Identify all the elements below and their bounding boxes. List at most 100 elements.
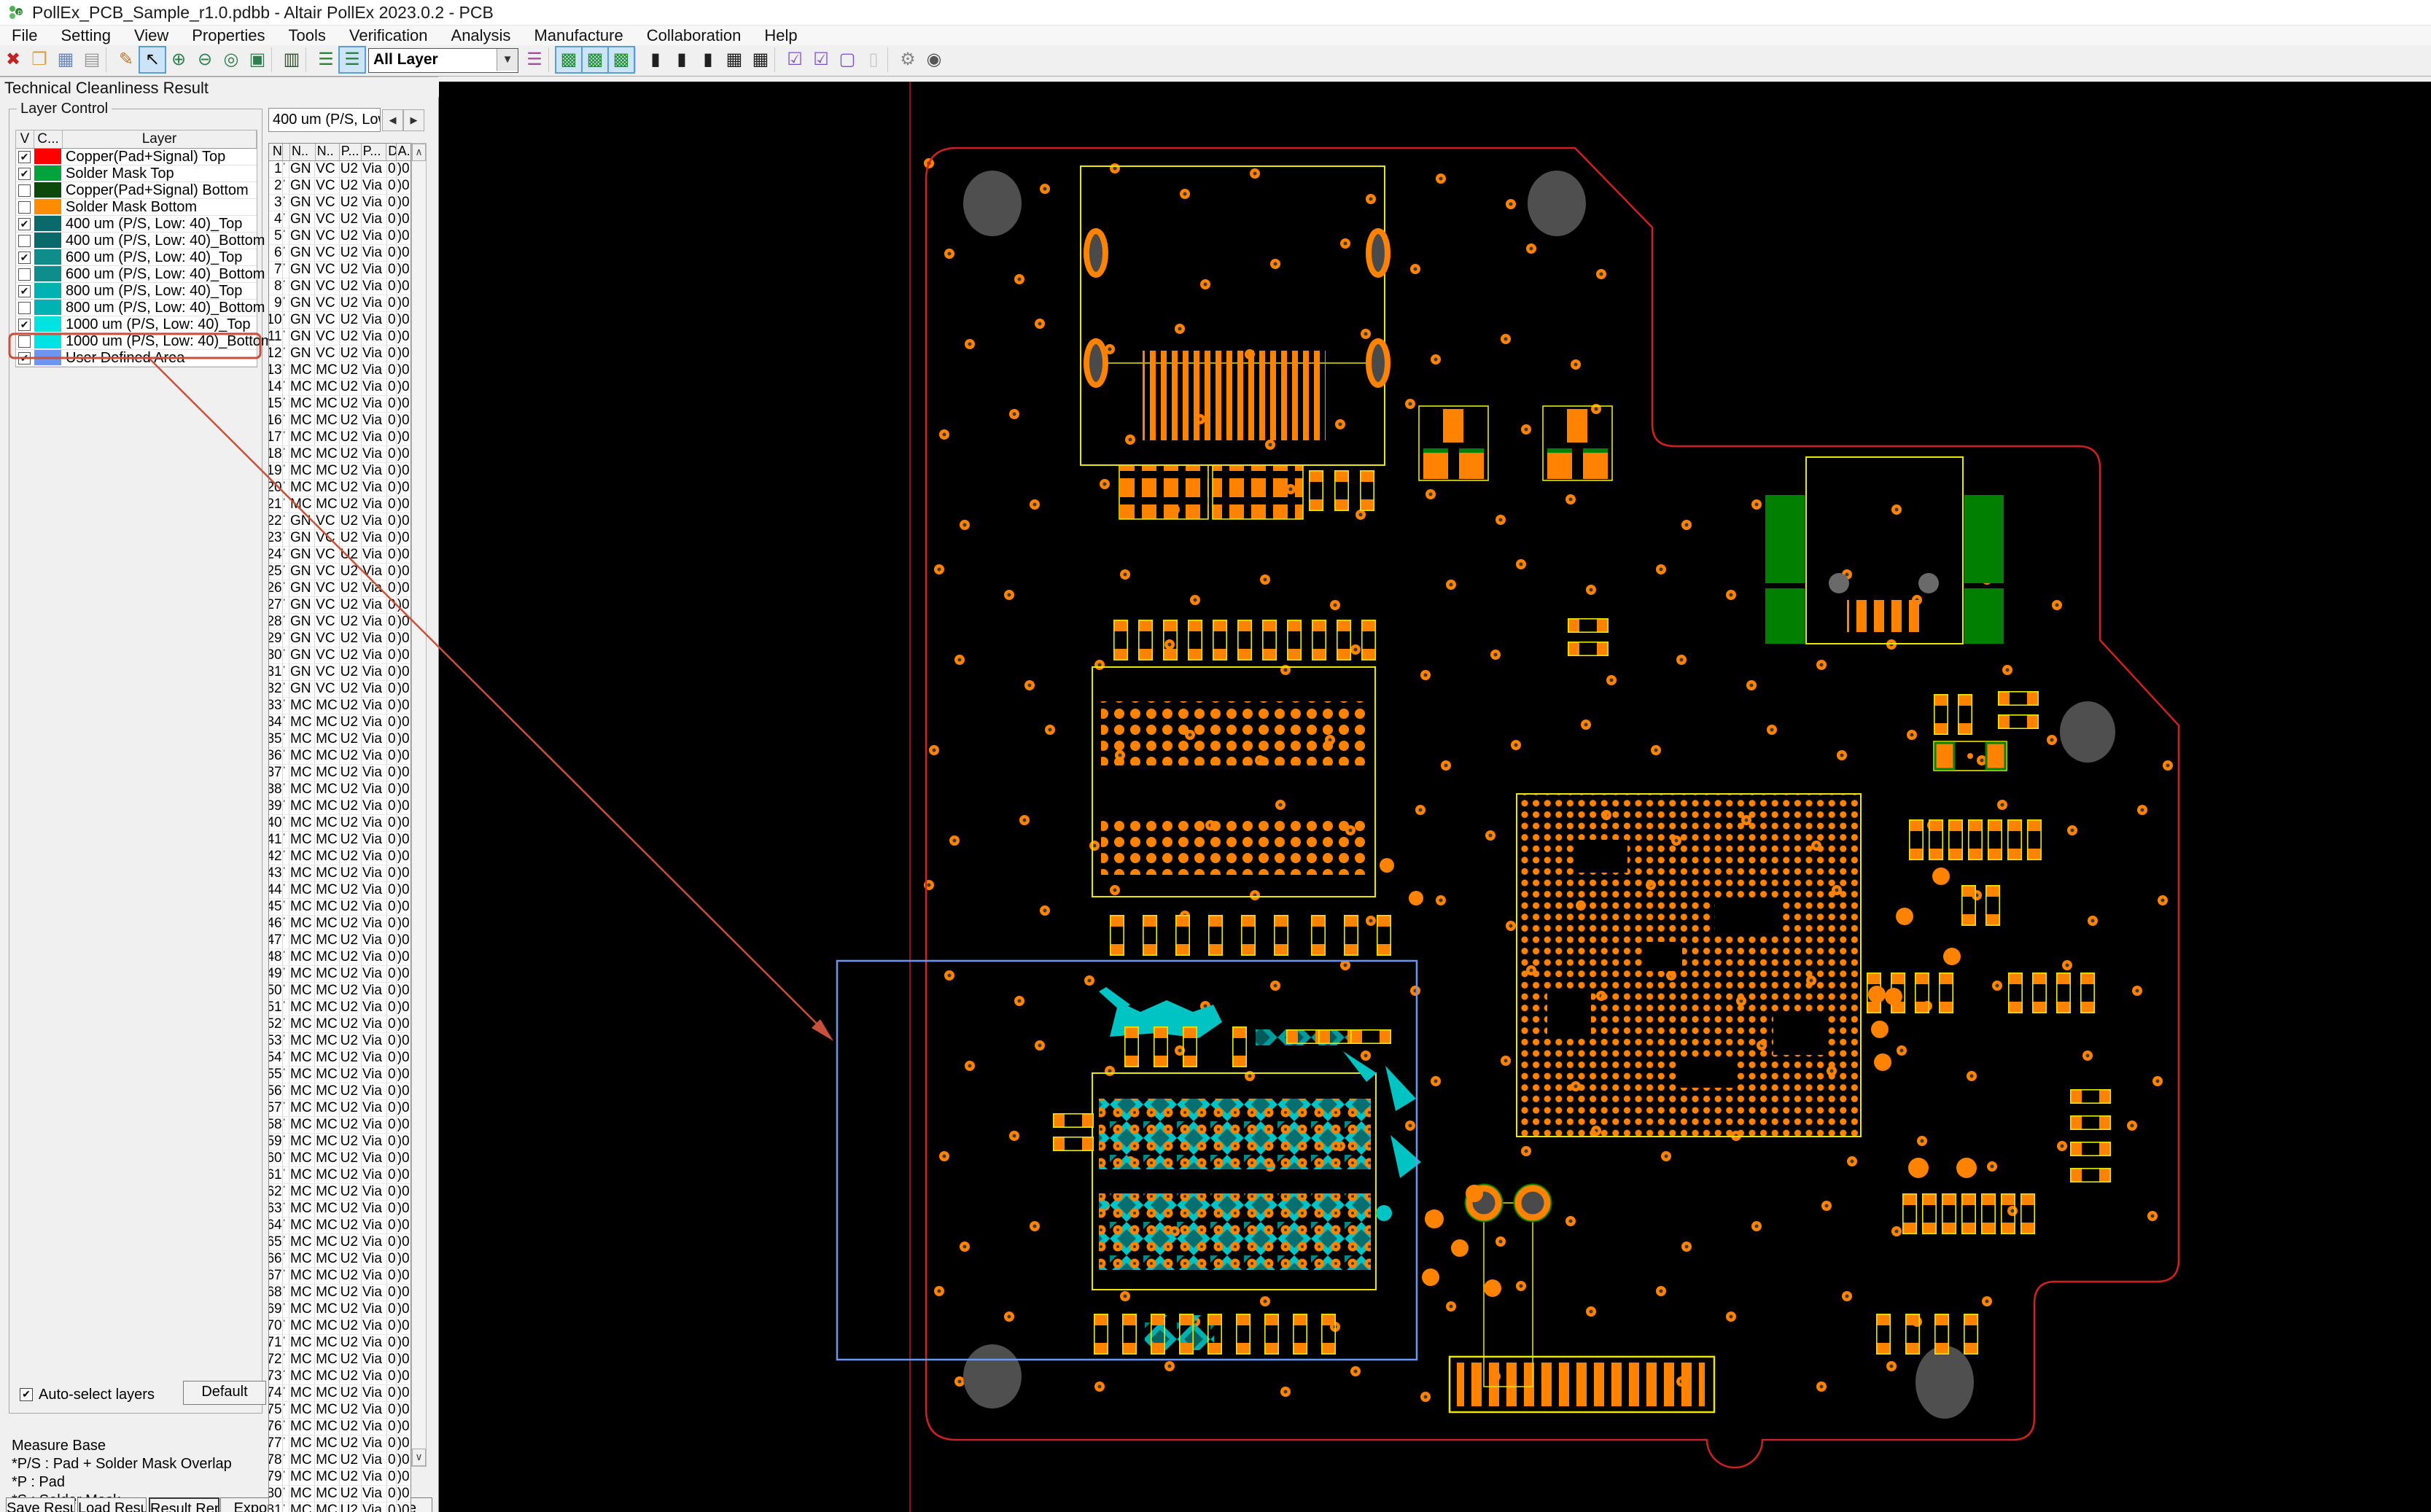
layer-row[interactable]: ✔ Copper(Pad+Signal) Top xyxy=(16,149,257,165)
result-row[interactable]: 41'MCMCU2Via0)0 xyxy=(269,832,411,849)
layer-visible-checkbox[interactable]: ✔ xyxy=(18,218,31,230)
result-row[interactable]: 14'MCMCU2Via0)0 xyxy=(269,379,411,396)
result-row[interactable]: 65'MCMCU2Via0)0 xyxy=(269,1234,411,1251)
result-row[interactable]: 70'MCMCU2Via0)0 xyxy=(269,1318,411,1335)
close-doc-icon[interactable]: ✖ xyxy=(1,47,26,72)
menu-verification[interactable]: Verification xyxy=(338,26,440,46)
result-row[interactable]: 76'MCMCU2Via0)0 xyxy=(269,1419,411,1435)
result-row[interactable]: 75'MCMCU2Via0)0 xyxy=(269,1402,411,1419)
result-row[interactable]: 32'GNVCU2Via0)0 xyxy=(269,681,411,698)
result-row[interactable]: 57'MCMCU2Via0)0 xyxy=(269,1100,411,1117)
result-row[interactable]: 45'MCMCU2Via0)0 xyxy=(269,899,411,916)
result-row[interactable]: 21'MCMCU2Via0)0 xyxy=(269,496,411,513)
result-row[interactable]: 64'MCMCU2Via0)0 xyxy=(269,1217,411,1234)
layer-row[interactable]: Copper(Pad+Signal) Bottom xyxy=(16,182,257,199)
result-row[interactable]: 25'GNVCU2Via0)0 xyxy=(269,564,411,580)
layer-row[interactable]: Solder Mask Bottom xyxy=(16,199,257,216)
result-row[interactable]: 61'MCMCU2Via0)0 xyxy=(269,1167,411,1184)
result-row[interactable]: 40'MCMCU2Via0)0 xyxy=(269,815,411,832)
zoom-in-icon[interactable]: ⊕ xyxy=(166,47,191,72)
zoom-out-icon[interactable]: ⊖ xyxy=(192,47,217,72)
print-icon[interactable]: ▤ xyxy=(79,47,104,72)
result-row[interactable]: 30'GNVCU2Via0)0 xyxy=(269,647,411,664)
result-row[interactable]: 34'MCMCU2Via0)0 xyxy=(269,714,411,731)
result-row[interactable]: 69'MCMCU2Via0)0 xyxy=(269,1301,411,1318)
result-row[interactable]: 12'GNVCU2Via0)0 xyxy=(269,346,411,362)
layer-row[interactable]: 600 um (P/S, Low: 40)_Bottom xyxy=(16,266,265,283)
result-row[interactable]: 48'MCMCU2Via0)0 xyxy=(269,949,411,966)
tab-prev-button[interactable]: ◀ xyxy=(382,109,403,131)
view-dark-1-icon[interactable]: ▮ xyxy=(643,47,668,72)
result-row[interactable]: 39'MCMCU2Via0)0 xyxy=(269,798,411,815)
menu-view[interactable]: View xyxy=(122,26,180,46)
layer-visible-checkbox[interactable]: ✔ xyxy=(18,285,31,297)
save-result-button[interactable]: Save Result xyxy=(6,1497,75,1512)
pen-icon[interactable]: ✎ xyxy=(114,47,139,72)
result-row[interactable]: 50'MCMCU2Via0)0 xyxy=(269,983,411,999)
layer-color-icon[interactable]: ☰ xyxy=(522,47,547,72)
layer-row[interactable]: 1000 um (P/S, Low: 40)_Bottom xyxy=(16,333,273,350)
pcb-bottom-icon[interactable]: ▩ xyxy=(581,46,609,74)
pcb-canvas[interactable] xyxy=(439,82,2431,1512)
layer-visible-checkbox[interactable] xyxy=(18,201,31,214)
result-tab[interactable]: 400 um (P/S, Low xyxy=(268,108,381,132)
result-row[interactable]: 46'MCMCU2Via0)0 xyxy=(269,916,411,932)
layer-stack-icon[interactable]: ☰ xyxy=(314,47,338,72)
verify-1-icon[interactable]: ☑ xyxy=(782,47,807,72)
result-row[interactable]: 79'MCMCU2Via0)0 xyxy=(269,1469,411,1486)
layer-row[interactable]: ✔ 600 um (P/S, Low: 40)_Top xyxy=(16,249,257,266)
result-row[interactable]: 63'MCMCU2Via0)0 xyxy=(269,1201,411,1217)
layer-visible-checkbox[interactable] xyxy=(18,302,31,314)
result-row[interactable]: 74'MCMCU2Via0)0 xyxy=(269,1385,411,1402)
menu-analysis[interactable]: Analysis xyxy=(440,26,523,46)
camera-icon[interactable]: ◉ xyxy=(922,47,946,72)
view-dark-4-icon[interactable]: ▦ xyxy=(722,47,747,72)
result-row[interactable]: 27'GNVCU2Via0)0 xyxy=(269,597,411,614)
layer-visible-checkbox[interactable]: ✔ xyxy=(18,252,31,264)
verify-2-icon[interactable]: ☑ xyxy=(809,47,833,72)
result-row[interactable]: 71'MCMCU2Via0)0 xyxy=(269,1335,411,1352)
scroll-up-icon[interactable]: ∧ xyxy=(412,144,426,161)
zoom-window-icon[interactable]: ◎ xyxy=(219,47,244,72)
result-row[interactable]: 35'MCMCU2Via0)0 xyxy=(269,731,411,748)
result-row[interactable]: 62'MCMCU2Via0)0 xyxy=(269,1184,411,1201)
view-dark-5-icon[interactable]: ▦ xyxy=(748,47,773,72)
layer-row[interactable]: ✔ 1000 um (P/S, Low: 40)_Top xyxy=(16,316,257,333)
result-row[interactable]: 9 ' GN VC U2 Via 0)0 xyxy=(269,295,411,312)
result-row[interactable]: 77'MCMCU2Via0)0 xyxy=(269,1435,411,1452)
board-view-icon[interactable]: ▥ xyxy=(279,47,304,72)
result-row[interactable]: 54'MCMCU2Via0)0 xyxy=(269,1050,411,1067)
menu-collaboration[interactable]: Collaboration xyxy=(635,26,753,46)
result-row[interactable]: 26'GNVCU2Via0)0 xyxy=(269,580,411,597)
menu-setting[interactable]: Setting xyxy=(49,26,122,46)
result-row[interactable]: 38'MCMCU2Via0)0 xyxy=(269,782,411,798)
result-row[interactable]: 78'MCMCU2Via0)0 xyxy=(269,1452,411,1469)
result-row[interactable]: 52'MCMCU2Via0)0 xyxy=(269,1016,411,1033)
select-cursor-icon[interactable]: ↖ xyxy=(139,46,166,74)
result-row[interactable]: 73'MCMCU2Via0)0 xyxy=(269,1368,411,1385)
result-row[interactable]: 7 ' GN VC U2 Via 0)0 xyxy=(269,262,411,278)
menu-file[interactable]: File xyxy=(0,26,49,46)
result-row[interactable]: 6 ' GN VC U2 Via 0)0 xyxy=(269,245,411,262)
result-row[interactable]: 10'GNVCU2Via0)0 xyxy=(269,312,411,329)
pcb-top-icon[interactable]: ▩ xyxy=(555,46,583,74)
chevron-down-icon[interactable]: ▼ xyxy=(497,49,518,71)
tools-icon[interactable]: ⚙ xyxy=(895,47,920,72)
save-icon[interactable]: ▦ xyxy=(53,47,78,72)
menu-help[interactable]: Help xyxy=(752,26,809,46)
result-row[interactable]: 19'MCMCU2Via0)0 xyxy=(269,463,411,480)
result-row[interactable]: 33'MCMCU2Via0)0 xyxy=(269,698,411,714)
layer-visible-checkbox[interactable]: ✔ xyxy=(18,319,31,331)
result-row[interactable]: 31'GNVCU2Via0)0 xyxy=(269,664,411,681)
result-row[interactable]: 72'MCMCU2Via0)0 xyxy=(269,1352,411,1368)
result-row[interactable]: 16'MCMCU2Via0)0 xyxy=(269,413,411,429)
layer-row[interactable]: ✔ User Defined Area xyxy=(16,350,257,367)
result-row[interactable]: 28'GNVCU2Via0)0 xyxy=(269,614,411,631)
scroll-down-icon[interactable]: ∨ xyxy=(412,1449,426,1466)
result-row[interactable]: 66'MCMCU2Via0)0 xyxy=(269,1251,411,1268)
result-row[interactable]: 23'GNVCU2Via0)0 xyxy=(269,530,411,547)
result-row[interactable]: 68'MCMCU2Via0)0 xyxy=(269,1285,411,1301)
result-row[interactable]: 3 ' GN VC U2 Via 0)0 xyxy=(269,195,411,211)
result-row[interactable]: 51'MCMCU2Via0)0 xyxy=(269,999,411,1016)
load-result-button[interactable]: Load Result xyxy=(77,1497,147,1512)
